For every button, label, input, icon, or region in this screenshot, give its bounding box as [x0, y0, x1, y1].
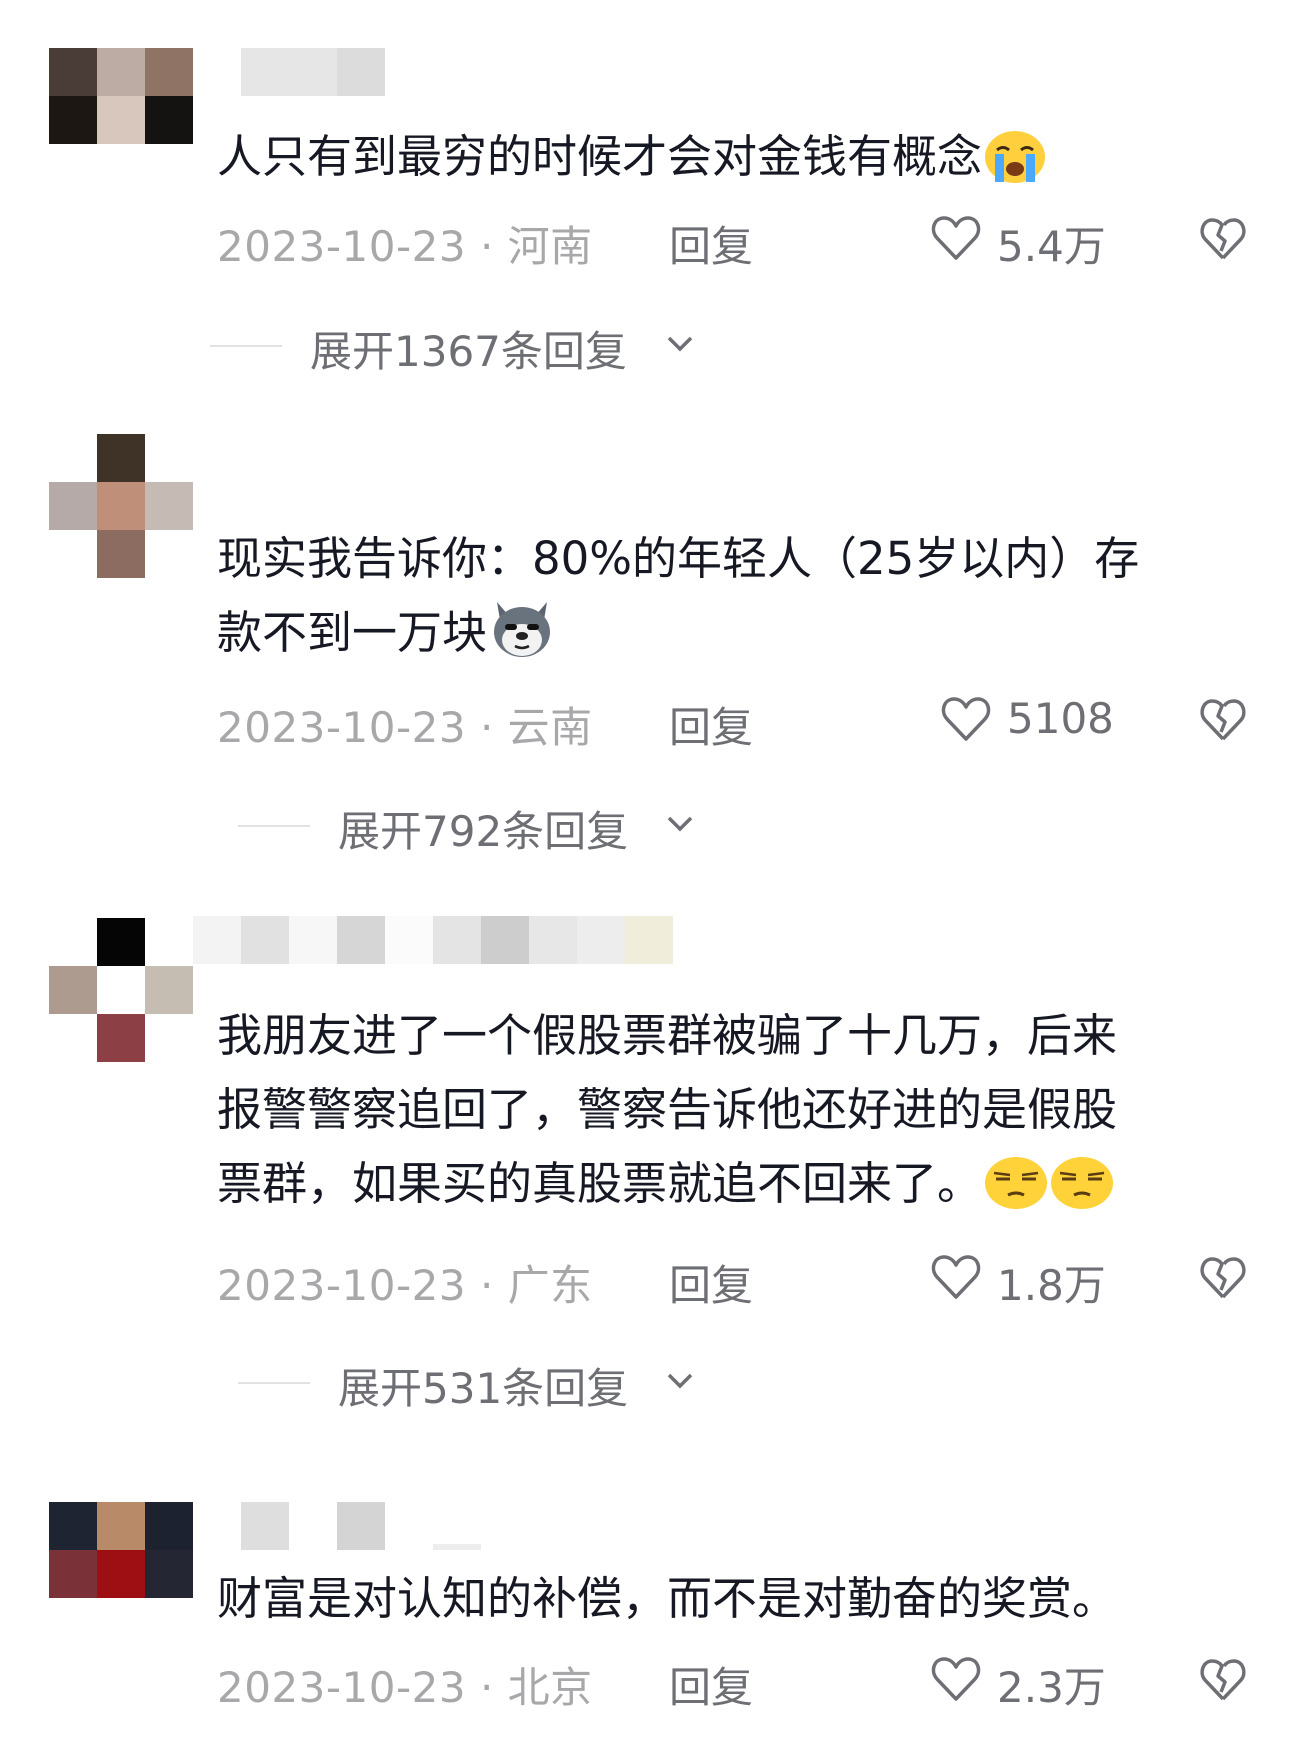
expand-replies-label: 展开1367条回复: [310, 327, 627, 376]
comment-date-location: 2023-10-23 · 广东: [217, 1261, 593, 1310]
comment-meta: 2023-10-23 · 河南 回复 5.4万: [217, 209, 1277, 271]
heart-outline-icon: [941, 697, 991, 741]
reply-button[interactable]: 回复: [669, 1252, 753, 1313]
smirk-face-emoji: [985, 1157, 1048, 1209]
comment-text: 财富是对认知的补偿，而不是对勤奋的奖赏。: [217, 1572, 1118, 1625]
broken-heart-icon[interactable]: [1200, 698, 1246, 742]
divider: [210, 345, 282, 347]
reply-button[interactable]: 回复: [669, 694, 753, 755]
like-count: 5108: [1007, 694, 1114, 743]
broken-heart-icon[interactable]: [1200, 217, 1246, 261]
heart-outline-icon: [931, 216, 981, 260]
broken-heart-icon[interactable]: [1200, 1658, 1246, 1702]
comment-date-location: 2023-10-23 · 北京: [217, 1663, 593, 1712]
heart-outline-icon: [931, 1255, 981, 1299]
comment-meta: 2023-10-23 · 广东 回复 1.8万: [217, 1248, 1277, 1310]
doge-husky-emoji: [494, 602, 551, 657]
divider: [238, 1382, 310, 1384]
expand-replies-label: 展开531条回复: [338, 1364, 629, 1413]
comment-date-location: 2023-10-23 · 河南: [217, 222, 593, 271]
broken-heart-icon[interactable]: [1200, 1256, 1246, 1300]
chevron-down-icon: [667, 816, 693, 832]
comment-meta: 2023-10-23 · 云南 回复 5108: [217, 690, 1277, 752]
avatar[interactable]: [49, 1502, 193, 1598]
reply-button[interactable]: 回复: [669, 213, 753, 274]
chevron-down-icon: [667, 336, 693, 352]
like-count: 2.3万: [997, 1663, 1106, 1712]
like-count: 5.4万: [997, 222, 1106, 271]
expand-replies-label: 展开792条回复: [338, 807, 629, 856]
comment-text: 人只有到最穷的时候才会对金钱有概念: [217, 120, 1277, 194]
expand-replies-button[interactable]: 展开792条回复: [238, 798, 738, 856]
like-count: 1.8万: [997, 1261, 1106, 1310]
divider: [238, 825, 310, 827]
expand-replies-button[interactable]: 展开1367条回复: [210, 318, 730, 376]
comment-text: 我朋友进了一个假股票群被骗了十几万，后来 报警警察追回了，警察告诉他还好进的是假股…: [217, 1009, 1118, 1210]
username-blurred[interactable]: [241, 1502, 481, 1550]
expand-replies-button[interactable]: 展开531条回复: [238, 1355, 738, 1413]
heart-outline-icon: [931, 1657, 981, 1701]
avatar[interactable]: [49, 918, 193, 1062]
avatar[interactable]: [49, 48, 193, 144]
smirk-face-emoji: [1051, 1157, 1114, 1209]
comment-date-location: 2023-10-23 · 云南: [217, 703, 593, 752]
comment-text: 现实我告诉你：80%的年轻人（25岁以内）存 款不到一万块: [217, 532, 1140, 659]
chevron-down-icon: [667, 1373, 693, 1389]
username-blurred[interactable]: [241, 48, 385, 96]
reply-button[interactable]: 回复: [669, 1654, 753, 1715]
crying-face-emoji: [985, 131, 1046, 183]
avatar[interactable]: [49, 434, 193, 578]
username-blurred[interactable]: [193, 916, 673, 964]
comment-meta: 2023-10-23 · 北京 回复 2.3万: [217, 1650, 1277, 1712]
